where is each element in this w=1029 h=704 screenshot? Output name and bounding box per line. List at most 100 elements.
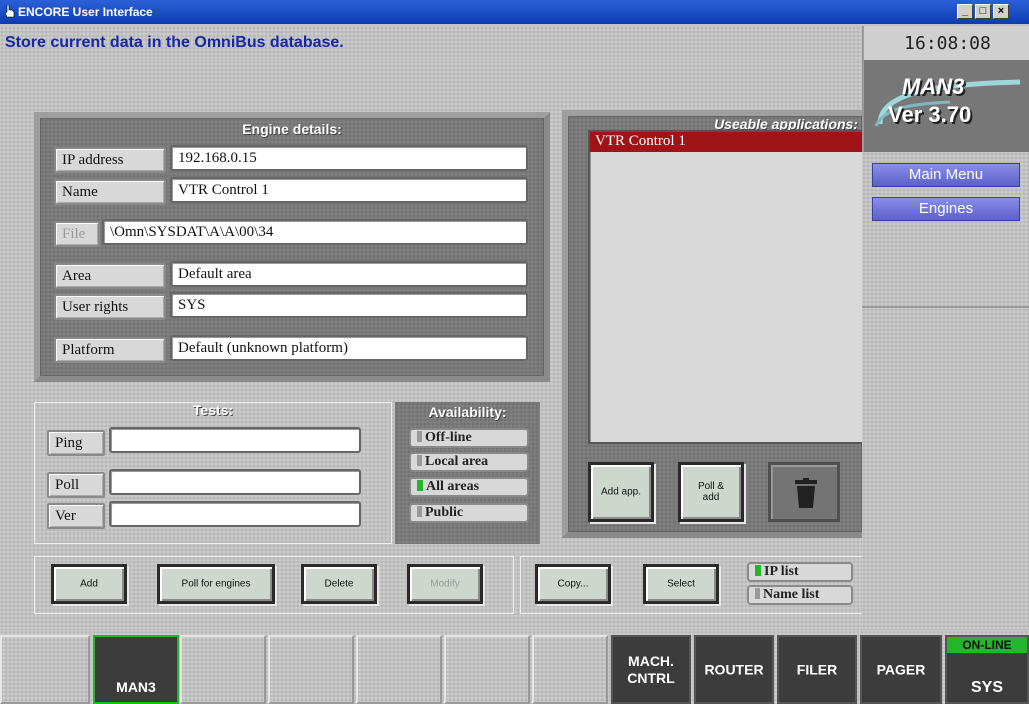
tests-title: Tests: (192, 402, 234, 418)
add-button[interactable]: Add (51, 564, 127, 604)
title-bar: ENCORE User Interface _ □ × (0, 0, 1029, 24)
radio-public[interactable]: Public (409, 503, 529, 523)
radio-local-area[interactable]: Local area (409, 452, 529, 472)
maximize-button[interactable]: □ (975, 4, 991, 19)
availability-title: Availability: (428, 404, 507, 420)
tab-man3-label: MAN3 (116, 679, 156, 695)
main-area: Engine details: IP address 192.168.0.15 … (0, 60, 864, 630)
select-label: Select (667, 578, 695, 590)
name-label: Name (54, 179, 166, 205)
tab-empty-6[interactable] (532, 635, 608, 704)
ping-result (109, 427, 361, 453)
logo-box: MAN3 Ver 3.70 (862, 60, 1029, 152)
file-field[interactable]: \Omn\SYSDAT\A\A\00\34 (102, 219, 528, 245)
tab-sys-label: SYS (970, 679, 1003, 696)
clock-time: 16:08:08 (904, 33, 991, 54)
radio-all-areas-label: All areas (426, 479, 480, 494)
minimize-button[interactable]: _ (957, 4, 973, 19)
ip-address-field[interactable]: 192.168.0.15 (170, 145, 528, 171)
tab-empty-5[interactable] (444, 635, 530, 704)
user-rights-field[interactable]: SYS (170, 292, 528, 318)
add-app-label: Add app. (600, 486, 642, 498)
tab-sys[interactable]: ON-LINE SYS (945, 635, 1029, 704)
poll-result (109, 469, 361, 495)
side-panel: MAN3 Ver 3.70 Main Menu Engines (862, 60, 1029, 630)
engine-details-title: Engine details: (242, 121, 342, 137)
trash-icon (795, 478, 817, 508)
tab-filer-label: FILER (796, 661, 838, 677)
radio-off-line-label: Off-line (425, 430, 472, 445)
engine-actions-group: Add Poll for engines Delete Modify (34, 556, 514, 614)
tab-router[interactable]: ROUTER (694, 635, 774, 704)
radio-all-areas[interactable]: All areas (409, 477, 529, 497)
platform-field[interactable]: Default (unknown platform) (170, 335, 528, 361)
status-bar: Store current data in the OmniBus databa… (0, 26, 862, 60)
poll-for-engines-button[interactable]: Poll for engines (157, 564, 275, 604)
poll-add-button[interactable]: Poll & add (678, 462, 744, 522)
platform-label: Platform (54, 337, 166, 363)
divider (862, 306, 1029, 308)
logo-title: MAN3 (902, 74, 965, 99)
logo-version: Ver 3.70 (888, 102, 972, 127)
copy-button[interactable]: Copy... (535, 564, 611, 604)
select-button[interactable]: Select (643, 564, 719, 604)
radio-off-line[interactable]: Off-line (409, 428, 529, 448)
radio-ip-list[interactable]: IP list (747, 562, 853, 582)
ip-address-label: IP address (54, 147, 166, 173)
area-field[interactable]: Default area (170, 261, 528, 287)
tab-pager-label: PAGER (876, 661, 926, 677)
tab-router-label: ROUTER (704, 661, 764, 677)
list-actions-group: Copy... Select IP list Name list (520, 556, 862, 614)
poll-add-label: Poll & add (697, 481, 725, 503)
applications-list[interactable]: VTR Control 1 (588, 130, 864, 444)
poll-for-engines-label: Poll for engines (181, 578, 251, 590)
tab-empty-4[interactable] (356, 635, 442, 704)
radio-local-area-label: Local area (425, 454, 489, 469)
delete-app-button[interactable] (768, 462, 840, 522)
close-button[interactable]: × (993, 4, 1009, 19)
radio-indicator (755, 565, 761, 576)
add-app-button[interactable]: Add app. (588, 462, 654, 522)
area-label: Area (54, 263, 166, 289)
add-label: Add (80, 578, 98, 590)
radio-indicator (417, 431, 422, 442)
app-icon (4, 5, 15, 18)
radio-indicator (417, 480, 423, 491)
clock: 16:08:08 (862, 26, 1029, 60)
window-title: ENCORE User Interface (18, 5, 153, 19)
radio-indicator (417, 455, 422, 466)
tab-man3[interactable]: MAN3 (93, 635, 179, 704)
delete-label: Delete (324, 578, 354, 590)
tab-empty-2[interactable] (180, 635, 266, 704)
modify-label: Modify (430, 578, 460, 590)
tab-pager[interactable]: PAGER (860, 635, 942, 704)
ver-result (109, 501, 361, 527)
status-message: Store current data in the OmniBus databa… (5, 34, 344, 51)
radio-name-list[interactable]: Name list (747, 585, 853, 605)
radio-name-list-label: Name list (763, 587, 820, 602)
file-label: File (54, 221, 100, 247)
online-indicator: ON-LINE (947, 637, 1027, 653)
delete-button[interactable]: Delete (301, 564, 377, 604)
radio-indicator (755, 588, 760, 599)
main-menu-button[interactable]: Main Menu (872, 163, 1020, 187)
tab-empty-1[interactable] (0, 635, 90, 704)
tab-filer[interactable]: FILER (777, 635, 857, 704)
poll-label: Poll (47, 472, 105, 498)
tab-mach-cntrl-label: MACH. CNTRL (627, 652, 675, 686)
radio-indicator (417, 506, 422, 517)
list-item[interactable]: VTR Control 1 (590, 132, 864, 152)
user-rights-label: User rights (54, 294, 166, 320)
copy-label: Copy... (557, 578, 589, 590)
engines-button[interactable]: Engines (872, 197, 1020, 221)
tab-bar: MAN3 MACH. CNTRL ROUTER FILER PAGER ON-L… (0, 630, 1029, 704)
tab-empty-3[interactable] (268, 635, 354, 704)
tab-mach-cntrl[interactable]: MACH. CNTRL (611, 635, 691, 704)
radio-public-label: Public (425, 505, 464, 520)
name-field[interactable]: VTR Control 1 (170, 177, 528, 203)
engine-details-panel: Engine details: IP address 192.168.0.15 … (34, 112, 550, 382)
ver-label: Ver (47, 503, 105, 529)
radio-ip-list-label: IP list (764, 564, 799, 579)
availability-panel: Availability: Off-line Local area All ar… (395, 402, 540, 544)
modify-button[interactable]: Modify (407, 564, 483, 604)
